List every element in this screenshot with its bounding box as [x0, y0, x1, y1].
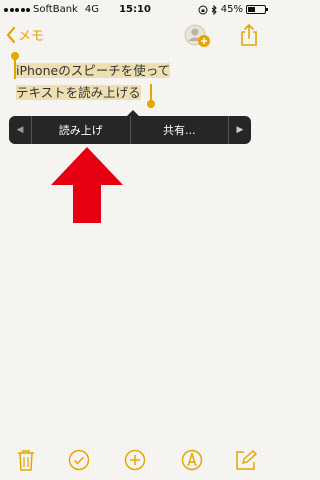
trash-icon[interactable] [14, 448, 38, 472]
bottom-toolbar [0, 440, 270, 480]
arrow-up-icon [51, 147, 123, 223]
lock-rotation-icon [198, 5, 208, 14]
status-right: 45% [198, 4, 268, 15]
arrow-right-icon[interactable]: ▶ [229, 116, 251, 144]
note-body[interactable]: iPhoneのスピーチを使って テキストを読み上げる [16, 61, 246, 103]
compose-icon[interactable] [234, 448, 258, 472]
selection-end-handle[interactable] [147, 84, 155, 108]
add-icon[interactable] [123, 448, 147, 472]
draw-icon[interactable] [180, 448, 204, 472]
menu-item-speak[interactable]: 読み上げ [31, 116, 130, 144]
note-line-2: テキストを読み上げる [16, 85, 141, 100]
bluetooth-icon [211, 4, 217, 15]
arrow-left-icon[interactable]: ◀ [9, 116, 31, 144]
battery-percent: 45% [220, 4, 243, 15]
nav-bar: メモ [0, 20, 270, 52]
share-icon[interactable] [240, 23, 258, 47]
battery-icon [246, 5, 268, 14]
battery-level [248, 7, 256, 12]
note-line-1: iPhoneのスピーチを使って [16, 63, 171, 78]
back-button[interactable]: メモ [6, 25, 44, 44]
back-label: メモ [18, 29, 45, 44]
status-bar: SoftBank 4G 15:10 45% [0, 0, 270, 20]
menu-item-share[interactable]: 共有... [129, 116, 229, 144]
checklist-icon[interactable] [67, 448, 91, 472]
add-person-icon[interactable] [183, 24, 213, 50]
context-menu: ◀ 読み上げ 共有... ▶ [9, 110, 251, 144]
chevron-left-icon [6, 26, 16, 43]
